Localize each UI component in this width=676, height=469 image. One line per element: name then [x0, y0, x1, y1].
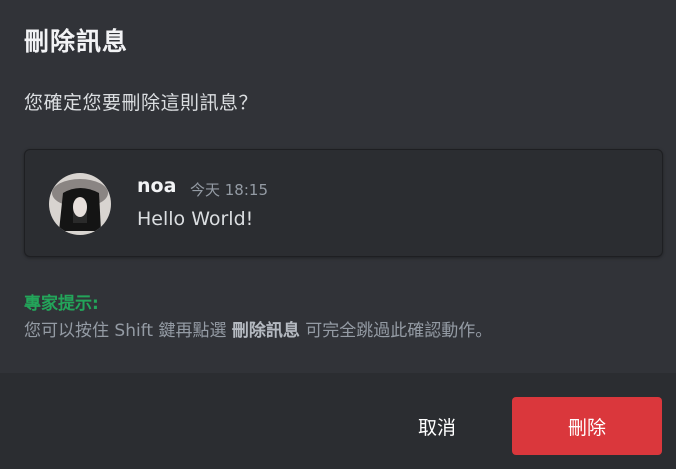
dialog-title: 刪除訊息	[24, 27, 129, 56]
avatar	[49, 173, 111, 235]
delete-message-dialog: 刪除訊息 您確定您要刪除這則訊息？ noa 今天 18:15 Hello Wor…	[0, 0, 676, 469]
pro-tip-text-after: 可完全跳過此確認動作。	[299, 321, 493, 341]
message-timestamp: 今天 18:15	[190, 181, 268, 199]
avatar-image	[49, 173, 111, 235]
pro-tip-title: 專家提示:	[24, 294, 99, 314]
dialog-question: 您確定您要刪除這則訊息？	[24, 92, 259, 114]
pro-tip-text-before: 您可以按住 Shift 鍵再點選	[24, 321, 232, 341]
dialog-footer: 取消 刪除	[0, 373, 676, 469]
message-preview: noa 今天 18:15 Hello World!	[24, 149, 663, 257]
delete-button[interactable]: 刪除	[512, 397, 662, 455]
message-username[interactable]: noa	[137, 175, 176, 197]
message-content: Hello World!	[137, 208, 254, 230]
pro-tip-bold-text: 刪除訊息	[231, 321, 300, 341]
pro-tip-text: 您可以按住 Shift 鍵再點選 刪除訊息 可完全跳過此確認動作。	[24, 316, 492, 341]
cancel-button[interactable]: 取消	[392, 397, 482, 455]
